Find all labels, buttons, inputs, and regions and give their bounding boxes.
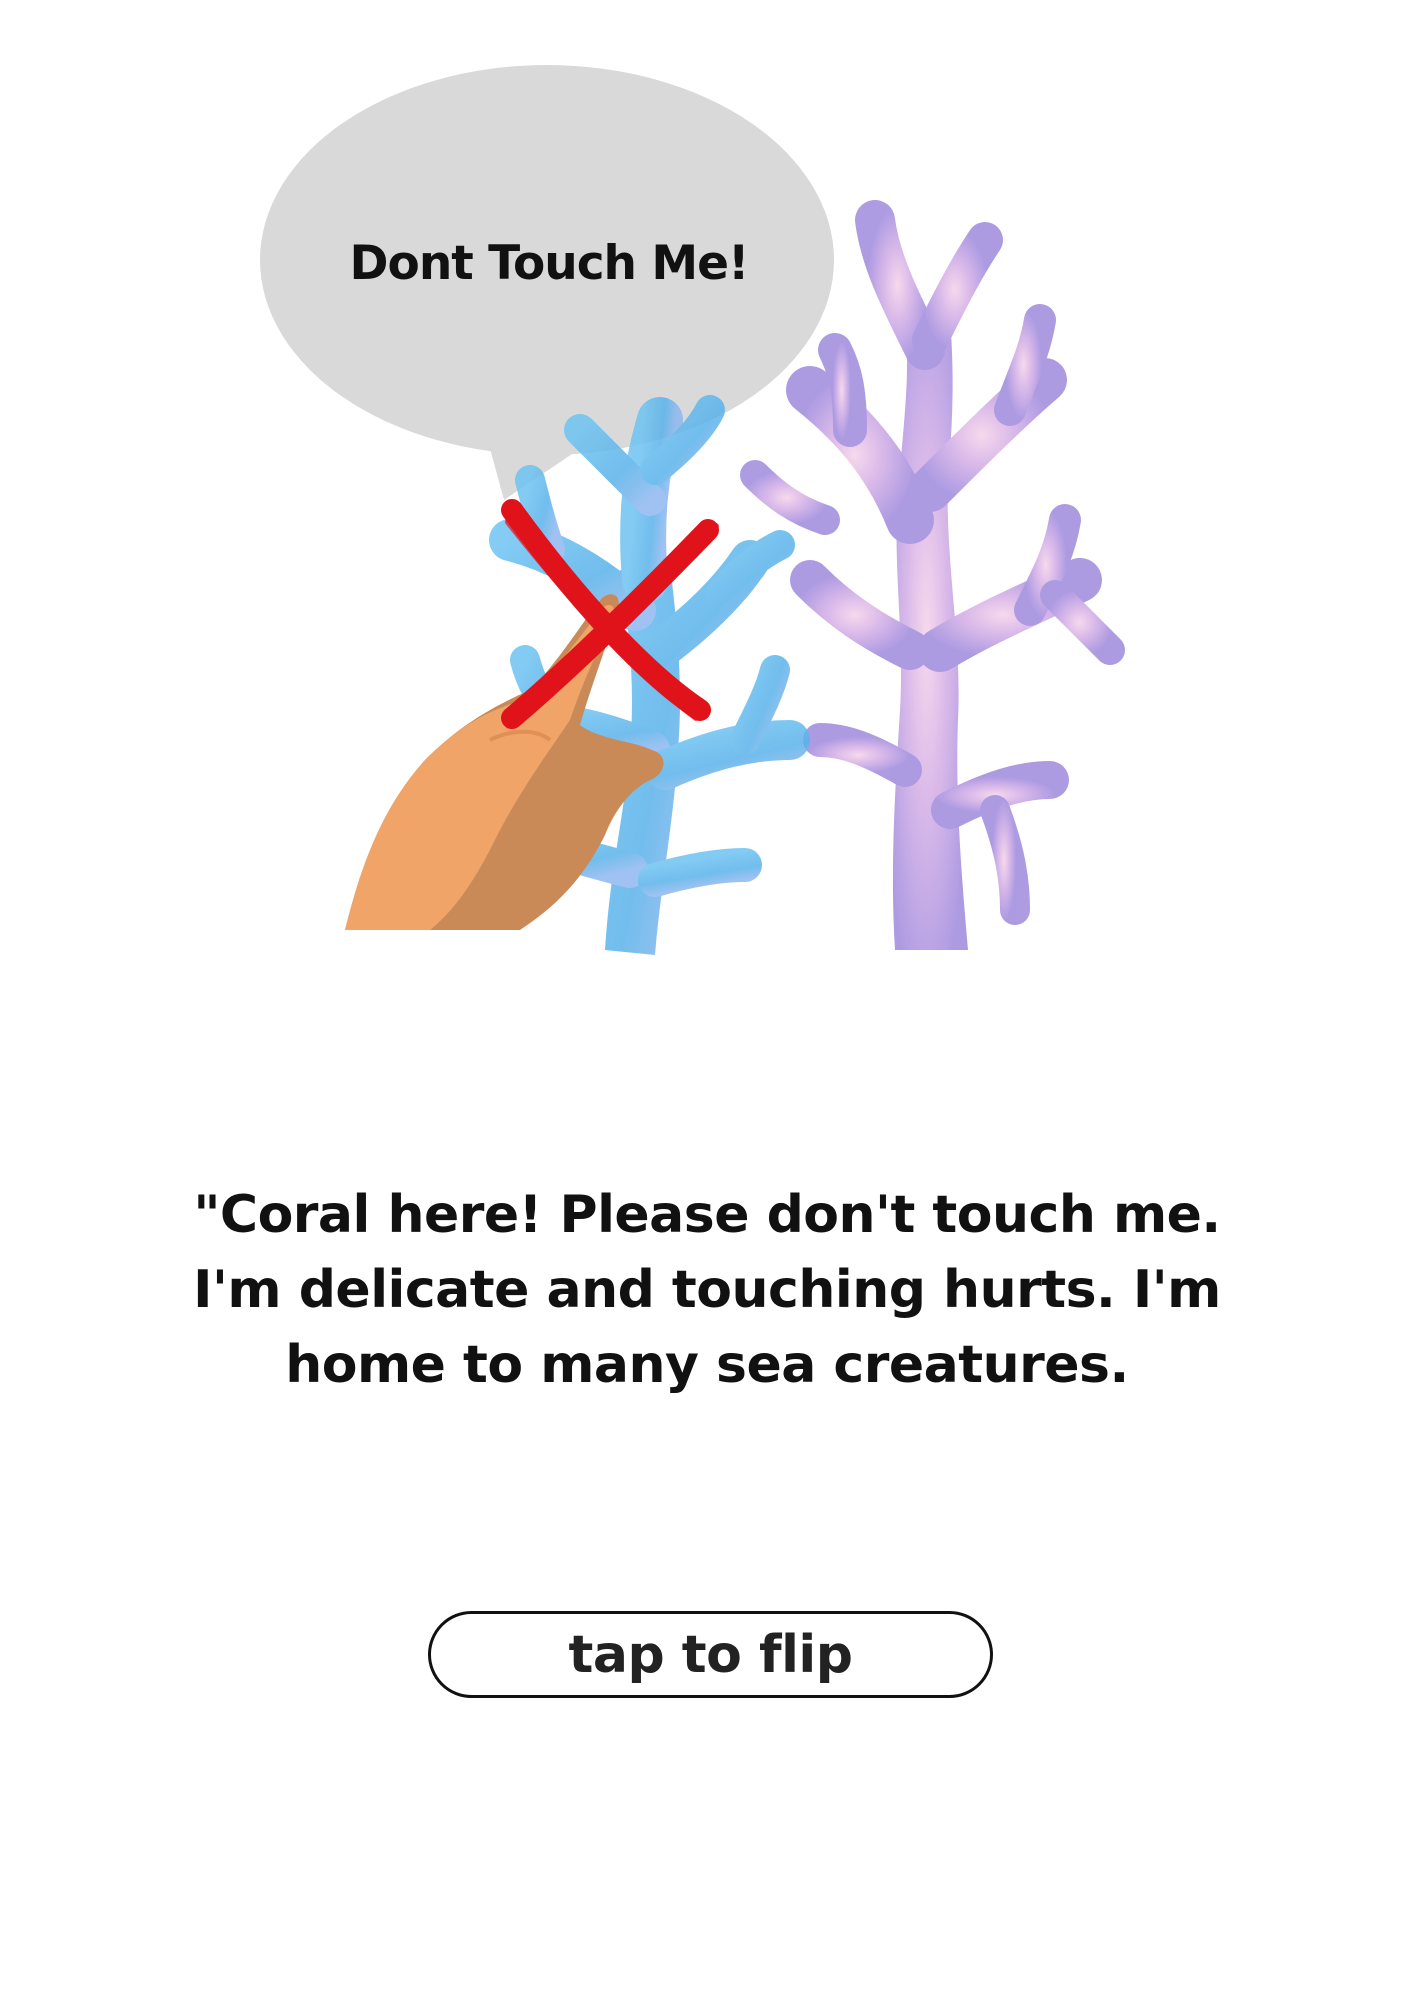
message-line-2: I'm delicate and touching hurts. I'm — [193, 1260, 1221, 1320]
speech-bubble-text: Dont Touch Me! — [349, 236, 750, 291]
tap-to-flip-button[interactable]: tap to flip — [428, 1611, 993, 1698]
message-line-1: "Coral here! Please don't touch me. — [193, 1185, 1221, 1245]
message-line-3: home to many sea creatures. — [285, 1335, 1129, 1395]
coral-illustration — [260, 65, 1125, 955]
flip-button-label: tap to flip — [568, 1624, 853, 1685]
coral-message: "Coral here! Please don't touch me. I'm … — [150, 1178, 1264, 1403]
flashcard-page: Dont Touch Me! "Coral here! Please don't… — [0, 0, 1414, 2000]
